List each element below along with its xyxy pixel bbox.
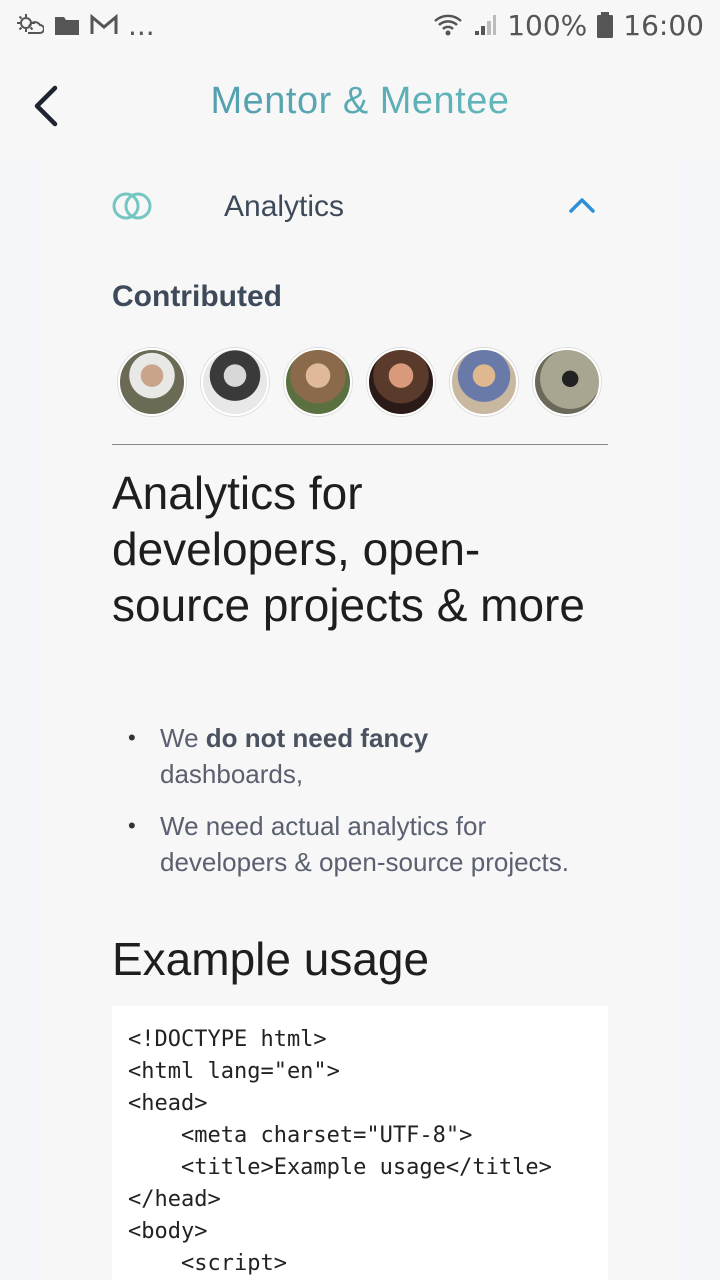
app-bar: Mentor & Mentee — [0, 50, 720, 160]
status-bar: ... 100% 16:00 — [0, 0, 720, 50]
battery-percentage: 100% — [507, 8, 588, 42]
list-item-emphasis: do not need fancy — [205, 723, 429, 753]
more-notifications: ... — [128, 8, 155, 42]
avatar[interactable] — [118, 348, 186, 416]
list-item: We need actual analytics for developers … — [128, 808, 578, 880]
battery-icon — [597, 12, 614, 38]
example-usage-heading: Example usage — [112, 933, 430, 985]
contributors-list — [118, 348, 601, 416]
avatar[interactable] — [367, 348, 435, 416]
code-block: <!DOCTYPE html> <html lang="en"> <head> … — [112, 1006, 608, 1280]
project-card: Analytics Contributed Analytics for deve… — [40, 160, 680, 1280]
gmail-icon — [90, 14, 118, 36]
list-item-text: dashboards, — [160, 759, 304, 789]
avatar[interactable] — [201, 348, 269, 416]
feature-list: We do not need fancy dashboards, We need… — [128, 720, 578, 896]
avatar[interactable] — [533, 348, 601, 416]
status-right: 100% 16:00 — [433, 9, 704, 42]
wifi-icon — [433, 13, 463, 37]
accordion-title: Analytics — [224, 190, 345, 223]
folder-icon — [54, 14, 80, 36]
list-item: We do not need fancy dashboards, — [128, 720, 578, 792]
divider — [112, 444, 608, 445]
weather-icon — [16, 13, 44, 37]
avatar[interactable] — [284, 348, 352, 416]
app-title: Mentor & Mentee — [0, 80, 720, 123]
venn-icon — [112, 190, 152, 227]
contributed-label: Contributed — [112, 280, 282, 313]
clock: 16:00 — [623, 8, 704, 42]
chevron-up-icon[interactable] — [568, 196, 596, 219]
list-item-text: We — [160, 723, 206, 753]
project-heading: Analytics for developers, open-source pr… — [112, 467, 585, 631]
signal-icon — [473, 13, 497, 37]
status-left: ... — [16, 9, 155, 42]
accordion-header-analytics[interactable]: Analytics — [40, 160, 680, 260]
avatar[interactable] — [450, 348, 518, 416]
